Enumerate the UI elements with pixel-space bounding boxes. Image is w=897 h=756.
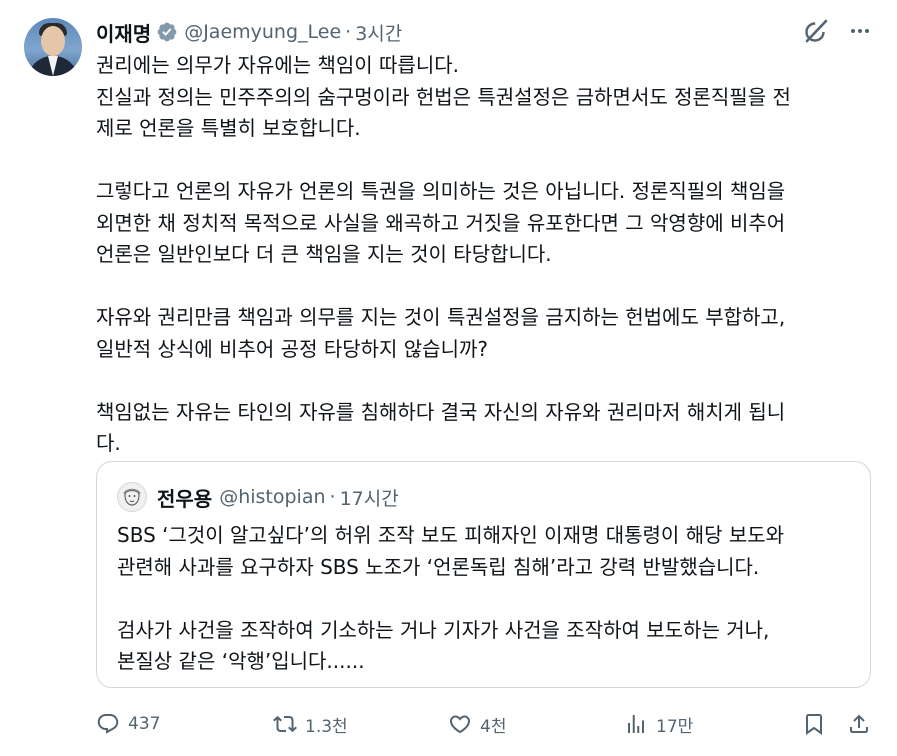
repost-count: 1.3천 [305, 716, 348, 737]
verified-badge-icon[interactable] [156, 21, 178, 43]
tweet-actions: 437 1.3천 4천 17만 [96, 707, 871, 741]
author-handle[interactable]: @Jaemyung_Lee [184, 21, 341, 43]
separator-dot: · [345, 21, 352, 43]
tweet-line: 권리에는 의무가 자유에는 책임이 따릅니다. [96, 53, 459, 77]
tweet-header: 이재명 @Jaemyung_Lee · 3시간 [96, 17, 402, 47]
share-button[interactable] [847, 707, 871, 741]
quoted-tweet-text: SBS ‘그것이 알고싶다’의 허위 조작 보도 피해자인 이재명 대통령이 해… [117, 520, 857, 678]
like-icon [448, 712, 472, 736]
tweet-line: 책임없는 자유는 타인의 자유를 침해하다 결국 자신의 자유와 권리마저 해치… [96, 399, 786, 424]
repost-button[interactable]: 1.3천 [273, 707, 348, 741]
bookmark-button[interactable] [802, 707, 826, 741]
quoted-separator-dot: · [329, 486, 336, 508]
reply-button[interactable]: 437 [96, 707, 160, 741]
tweet-line: 진실과 정의는 민주주의의 숨구멍이라 헌법은 특권설정은 금하면서도 정론직필… [96, 84, 791, 109]
repost-icon [273, 712, 297, 736]
grok-icon[interactable] [803, 18, 829, 44]
tweet-line: 언론은 일반인보다 더 큰 책임을 지는 것이 타당합니다. [96, 242, 552, 266]
like-count: 4천 [480, 716, 507, 737]
views-icon [624, 712, 648, 736]
tweet-top-actions [803, 18, 871, 44]
quoted-author-name: 전우용 [157, 486, 213, 511]
tweet-line: 그렇다고 언론의 자유가 언론의 특권을 의미하는 것은 아닙니다. 정론직필의… [96, 179, 786, 203]
share-icon [847, 712, 871, 736]
quoted-line: SBS ‘그것이 알고싶다’의 허위 조작 보도 피해자인 이재명 대통령이 해… [117, 523, 785, 547]
views-count: 17만 [656, 716, 694, 737]
tweet-time[interactable]: 3시간 [355, 19, 402, 46]
tweet-line: 외면한 채 정치적 목적으로 사실을 왜곡하고 거짓을 유포한다면 그 악영향에… [96, 210, 786, 235]
bookmark-icon [802, 712, 826, 736]
quoted-tweet[interactable]: 전우용 @histopian · 17시간 SBS ‘그것이 알고싶다’의 허위… [96, 461, 871, 688]
tweet-line: 제로 언론을 특별히 보호합니다. [96, 116, 361, 140]
author-name[interactable]: 이재명 [96, 18, 151, 47]
tweet-text: 권리에는 의무가 자유에는 책임이 따릅니다. 진실과 정의는 민주주의의 숨구… [96, 50, 866, 460]
more-icon[interactable] [849, 20, 871, 42]
tweet-line: 다. [96, 431, 121, 455]
like-button[interactable]: 4천 [448, 707, 506, 741]
reply-icon [96, 712, 120, 736]
tweet-line: 자유와 권리만큼 책임과 의무를 지는 것이 특권설정을 금지하는 헌법에도 부… [96, 305, 786, 329]
tweet-line: 일반적 상식에 비추어 공정 타당하지 않습니까? [96, 336, 489, 361]
quoted-line: 관련해 사과를 요구하자 SBS 노조가 ‘언론독립 침해’라고 강력 반발했습… [117, 554, 760, 579]
quoted-author-handle: @histopian [219, 486, 326, 508]
quoted-line: 본질상 같은 ‘악행’입니다...... [117, 649, 365, 673]
quoted-line: 검사가 사건을 조작하여 기소하는 거나 기자가 사건을 조작하여 보도하는 거… [117, 617, 770, 642]
reply-count: 437 [128, 714, 161, 734]
quoted-tweet-header: 전우용 @histopian · 17시간 [117, 482, 399, 512]
views-button[interactable]: 17만 [624, 707, 693, 741]
author-avatar[interactable] [24, 18, 82, 76]
quoted-tweet-time: 17시간 [339, 487, 399, 510]
quoted-author-avatar [117, 482, 147, 512]
